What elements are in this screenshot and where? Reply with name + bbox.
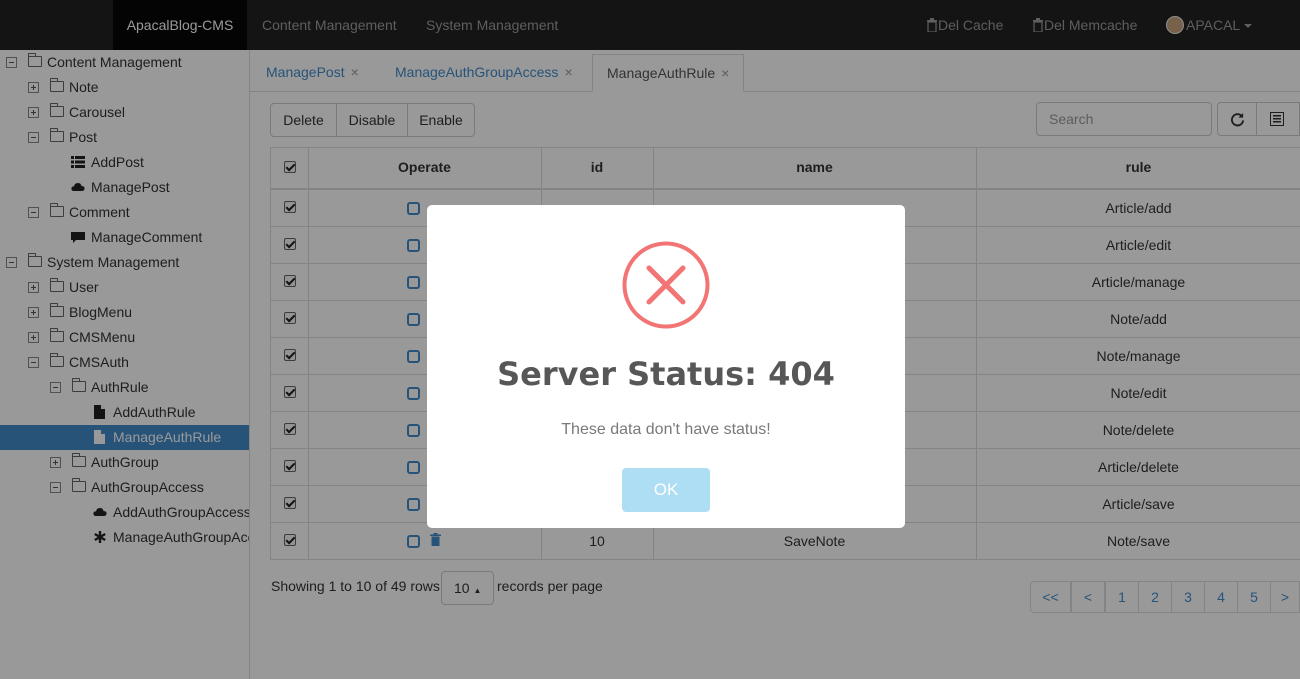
error-icon — [622, 241, 710, 329]
error-modal: Server Status: 404 These data don't have… — [427, 205, 905, 528]
ok-button[interactable]: OK — [622, 468, 710, 512]
modal-title: Server Status: 404 — [497, 355, 835, 393]
modal-text: These data don't have status! — [561, 421, 771, 438]
